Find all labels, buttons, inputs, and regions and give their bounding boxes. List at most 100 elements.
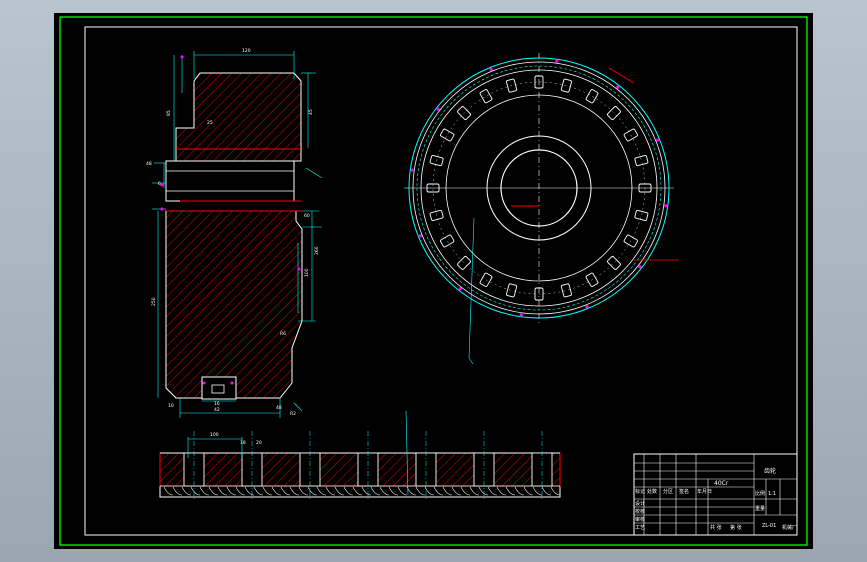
strip-tooth bbox=[433, 486, 444, 496]
strip-tooth bbox=[442, 486, 453, 496]
rim-marker bbox=[519, 313, 523, 317]
strip-tooth bbox=[289, 486, 300, 496]
strip-tooth bbox=[334, 486, 345, 496]
tb-company: 机械厂 bbox=[782, 524, 797, 531]
tb-part-name: 齿轮 bbox=[764, 467, 776, 475]
upper-flange-section bbox=[175, 72, 302, 162]
pocket bbox=[560, 283, 572, 298]
strip-tooth bbox=[244, 486, 255, 496]
strip-tooth bbox=[514, 486, 525, 496]
strip-tooth bbox=[262, 486, 273, 496]
strip-tooth bbox=[190, 486, 201, 496]
dim-strip-pitch: 100 bbox=[210, 432, 219, 438]
pocket bbox=[634, 155, 649, 167]
front-view bbox=[404, 53, 679, 365]
strip-tooth bbox=[370, 486, 381, 496]
pocket bbox=[457, 256, 471, 270]
tb-scale-label: 比例 bbox=[755, 490, 765, 497]
drawing-sheet: 120 85 45 25 48 6 250 60 100 260 R6 10 1… bbox=[54, 13, 813, 549]
rim-marker bbox=[656, 138, 660, 142]
dim-bottom-r: 48 bbox=[276, 405, 282, 411]
main-body-section bbox=[165, 210, 303, 399]
strip-tooth bbox=[172, 486, 183, 496]
dim-bottom-w: 42 bbox=[214, 407, 220, 413]
dim-bottom-left: 10 bbox=[168, 403, 174, 409]
development-view: 100 18 20 bbox=[159, 410, 561, 499]
rim-marker bbox=[664, 204, 668, 208]
pocket bbox=[585, 89, 599, 104]
strip-tooth bbox=[361, 486, 372, 496]
pocket bbox=[440, 234, 455, 248]
strip-tooth bbox=[415, 486, 426, 496]
tb-col-sign: 签名 bbox=[679, 488, 689, 495]
dim-strip-slot-b: 20 bbox=[256, 440, 262, 446]
dim-left-mark: 6 bbox=[158, 181, 161, 187]
dim-left-step: 25 bbox=[207, 120, 213, 126]
strip-tooth bbox=[352, 486, 363, 496]
tb-drawing-no: ZL-01 bbox=[762, 523, 776, 529]
dim-top-width: 120 bbox=[242, 48, 251, 54]
tb-sheet-count: 共 张 bbox=[710, 524, 722, 531]
strip-tooth bbox=[208, 486, 219, 496]
dim-inner-r: R6 bbox=[280, 331, 286, 337]
strip-tooth bbox=[451, 486, 462, 496]
rim-marker bbox=[410, 168, 414, 172]
strip-tooth bbox=[343, 486, 354, 496]
tb-col-date: 年月日 bbox=[697, 488, 712, 495]
strip-tooth bbox=[325, 486, 336, 496]
pocket bbox=[607, 106, 621, 120]
dim-right-upper: 60 bbox=[304, 213, 310, 219]
strip-tooth bbox=[217, 486, 228, 496]
strip-tooth bbox=[523, 486, 534, 496]
strip-tooth bbox=[388, 486, 399, 496]
strip-tooth bbox=[271, 486, 282, 496]
rim-marker bbox=[489, 67, 493, 71]
pocket bbox=[623, 128, 638, 142]
pocket bbox=[429, 209, 444, 221]
tb-col-zone: 分区 bbox=[663, 488, 673, 495]
tb-row-check: 校核 bbox=[635, 508, 645, 515]
strip-tooth bbox=[550, 486, 561, 496]
strip-tooth bbox=[460, 486, 471, 496]
strip-tooth bbox=[469, 486, 480, 496]
strip-tooth bbox=[541, 486, 552, 496]
pocket bbox=[607, 256, 621, 270]
dim-body-height: 250 bbox=[151, 297, 157, 306]
pocket bbox=[634, 209, 649, 221]
strip-tooth bbox=[505, 486, 516, 496]
rim-marker bbox=[585, 305, 589, 309]
rim-marker bbox=[616, 85, 620, 89]
dim-strip-slot-a: 18 bbox=[240, 440, 246, 446]
strip-tooth bbox=[280, 486, 291, 496]
tb-weight-label: 重量 bbox=[755, 505, 765, 512]
strip-tooth bbox=[307, 486, 318, 496]
dim-upper-right: 45 bbox=[308, 109, 314, 115]
strip-tooth bbox=[226, 486, 237, 496]
strip-tooth bbox=[199, 486, 210, 496]
title-block: 标记 设计 校核 审核 工艺 处数 分区 签名 年月日 40Cr 齿轮 比例 1… bbox=[633, 453, 798, 536]
strip-tooth bbox=[298, 486, 309, 496]
strip-tooth bbox=[424, 486, 435, 496]
tb-row-mark: 标记 bbox=[635, 488, 645, 495]
tb-scale-value: 1:1 bbox=[768, 491, 776, 497]
tb-col-count: 处数 bbox=[647, 488, 657, 495]
tb-row-process: 工艺 bbox=[635, 525, 645, 531]
tb-sheet-no: 第 张 bbox=[730, 524, 742, 531]
strip-teeth bbox=[163, 486, 561, 496]
tb-row-design: 设计 bbox=[635, 500, 645, 507]
strip-tooth bbox=[496, 486, 507, 496]
dim-slot-w: 16 bbox=[214, 401, 220, 407]
strip-tooth bbox=[253, 486, 264, 496]
strip-tooth bbox=[406, 486, 417, 496]
strip-tooth bbox=[532, 486, 543, 496]
tb-row-review: 审核 bbox=[635, 516, 645, 523]
strip-tooth bbox=[478, 486, 489, 496]
strip-tooth bbox=[316, 486, 327, 496]
strip-tooth bbox=[163, 486, 174, 496]
strip-tooth bbox=[235, 486, 246, 496]
hub-neck bbox=[165, 160, 295, 202]
dim-root-r: R2 bbox=[290, 411, 296, 417]
cad-drawing: 120 85 45 25 48 6 250 60 100 260 R6 10 1… bbox=[59, 16, 808, 546]
rim-marker bbox=[436, 107, 440, 111]
dim-right-mid: 100 bbox=[304, 268, 310, 277]
